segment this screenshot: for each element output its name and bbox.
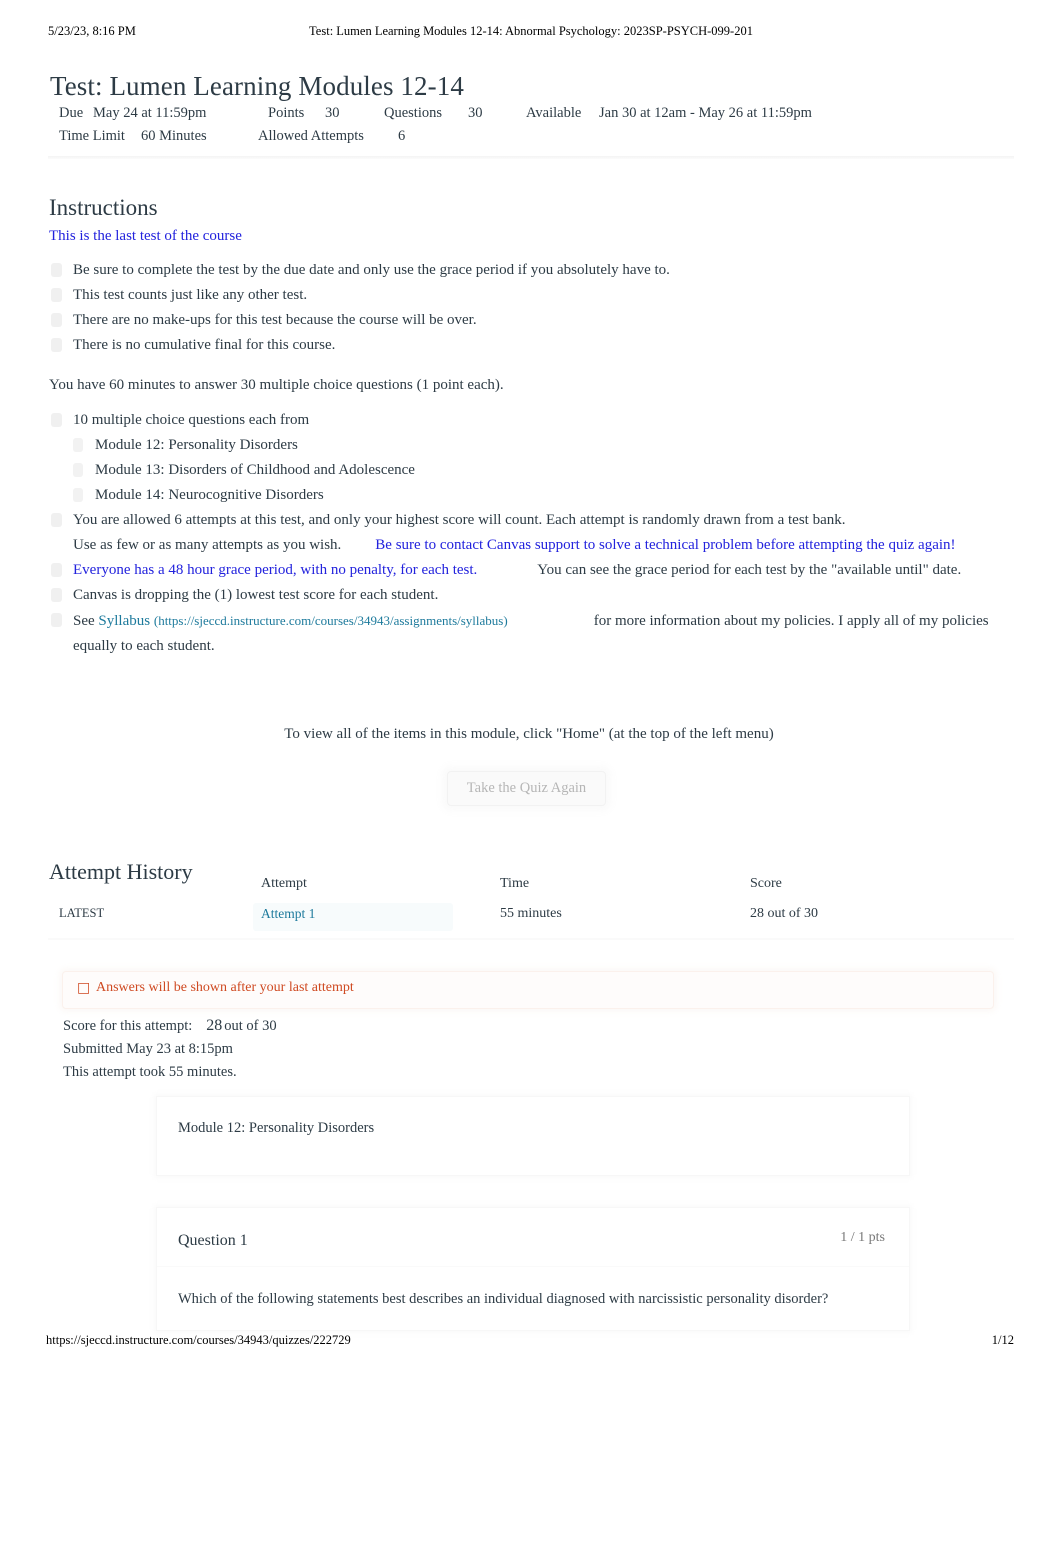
meta-points-label: Points [268, 105, 305, 121]
list-item-attempts: You are allowed 6 attempts at this test,… [49, 508, 1009, 558]
meta-available-value: Jan 30 at 12am - May 26 at 11:59pm [599, 105, 812, 121]
list-item: Be sure to complete the test by the due … [49, 258, 1009, 283]
question-text: Which of the following statements best d… [178, 1291, 829, 1307]
question-title: Question 1 [178, 1232, 248, 1249]
quiz-meta-row-1: Due May 24 at 11:59pm Points 30 Question… [48, 105, 1014, 128]
warning-icon: □ [77, 980, 91, 996]
list-item: Module 12: Personality Disorders [49, 433, 1009, 458]
alert-message: Answers will be shown after your last at… [96, 980, 354, 995]
module-group-box: Module 12: Personality Disorders [156, 1096, 910, 1176]
table-divider [48, 938, 1014, 940]
score-value: 28 [206, 1017, 223, 1034]
take-quiz-again-button[interactable]: Take the Quiz Again [447, 771, 606, 806]
latest-badge: LATEST [59, 906, 105, 920]
score-label: Score for this attempt: [63, 1018, 193, 1034]
instructions-bullet-list-2: 10 multiple choice questions each from M… [49, 408, 1009, 659]
instructions-lead: This is the last test of the course [49, 228, 242, 244]
grace-period-link[interactable]: Everyone has a 48 hour grace period, wit… [73, 562, 477, 578]
meta-time-limit-value: 60 Minutes [141, 128, 207, 144]
print-header: 5/23/23, 8:16 PM Test: Lumen Learning Mo… [48, 24, 1014, 42]
footer-url: https://sjeccd.instructure.com/courses/3… [46, 1333, 351, 1347]
attempt-duration: This attempt took 55 minutes. [63, 1064, 237, 1080]
attempt-time: 55 minutes [500, 906, 562, 921]
instructions-paragraph: You have 60 minutes to answer 30 multipl… [49, 377, 504, 393]
meta-due-value: May 24 at 11:59pm [93, 105, 207, 121]
column-header-time: Time [500, 876, 530, 891]
attempt-link[interactable]: Attempt 1 [261, 906, 315, 922]
attempt-submitted: Submitted May 23 at 8:15pm [63, 1041, 233, 1057]
meta-allowed-attempts-label: Allowed Attempts [258, 128, 364, 144]
footer-page-number: 1/12 [991, 1333, 1014, 1347]
meta-due-label: Due [59, 105, 84, 121]
print-document-title: Test: Lumen Learning Modules 12-14: Abno… [309, 24, 753, 38]
question-divider [157, 1266, 909, 1267]
quiz-results-page: 5/23/23, 8:16 PM Test: Lumen Learning Mo… [0, 0, 1062, 1561]
instructions-bullet-list-1: Be sure to complete the test by the due … [49, 258, 1009, 358]
question-points: 1 / 1 pts [840, 1230, 885, 1245]
meta-questions-value: 30 [468, 105, 483, 121]
print-footer: https://sjeccd.instructure.com/courses/3… [46, 1333, 1014, 1351]
list-item: Module 14: Neurocognitive Disorders [49, 483, 1009, 508]
use-attempts-text: Use as few or as many attempts as you wi… [73, 537, 342, 553]
column-header-attempt: Attempt [261, 876, 307, 891]
meta-points-value: 30 [325, 105, 340, 121]
column-header-score: Score [750, 876, 782, 891]
module-group-label: Module 12: Personality Disorders [178, 1120, 375, 1136]
syllabus-url: (https://sjeccd.instructure.com/courses/… [153, 613, 508, 628]
attempt-summary: Score for this attempt: 28 out of 30 Submi… [63, 1014, 963, 1084]
grace-period-rest: You can see the grace period for each te… [537, 562, 962, 578]
attempts-line-text: You are allowed 6 attempts at this test,… [73, 512, 846, 528]
quiz-meta-table: Due May 24 at 11:59pm Points 30 Question… [48, 100, 1014, 158]
page-title: Test: Lumen Learning Modules 12-14 [50, 71, 464, 102]
attempt-score: 28 out of 30 [750, 906, 819, 921]
instructions-heading: Instructions [49, 195, 158, 221]
list-item-syllabus: See Syllabus (https://sjeccd.instructure… [49, 608, 1009, 659]
canvas-support-link[interactable]: Be sure to contact Canvas support to sol… [375, 537, 955, 553]
meta-divider [48, 156, 1014, 159]
center-note: To view all of the items in this module,… [284, 726, 774, 742]
question-box: Question 1 1 / 1 pts Which of the follow… [156, 1207, 910, 1331]
attempt-score-line: Score for this attempt: 28 out of 30 [63, 1014, 963, 1038]
syllabus-link[interactable]: Syllabus [98, 613, 150, 629]
table-header-row: Attempt Time Score [48, 876, 1014, 902]
list-item: There is no cumulative final for this co… [49, 333, 1009, 358]
list-item: Module 13: Disorders of Childhood and Ad… [49, 458, 1009, 483]
quiz-meta-row-2: Time Limit 60 Minutes Allowed Attempts 6 [48, 128, 1014, 151]
meta-allowed-attempts-value: 6 [398, 128, 406, 144]
answers-hidden-alert: □ Answers will be shown after your last … [62, 971, 994, 1009]
meta-time-limit-label: Time Limit [59, 128, 125, 144]
list-item: This test counts just like any other tes… [49, 283, 1009, 308]
list-item: 10 multiple choice questions each from [49, 408, 1009, 433]
meta-available-label: Available [526, 105, 582, 121]
score-suffix: out of 30 [224, 1018, 277, 1034]
table-row: LATEST Attempt 1 55 minutes 28 out of 30 [48, 903, 1014, 936]
meta-questions-label: Questions [384, 105, 442, 121]
list-item: There are no make-ups for this test beca… [49, 308, 1009, 333]
see-label: See [73, 613, 95, 629]
list-item-grace-period: Everyone has a 48 hour grace period, wit… [49, 558, 1009, 583]
list-item: Canvas is dropping the (1) lowest test s… [49, 583, 1009, 608]
question-header: Question 1 1 / 1 pts [157, 1208, 909, 1265]
